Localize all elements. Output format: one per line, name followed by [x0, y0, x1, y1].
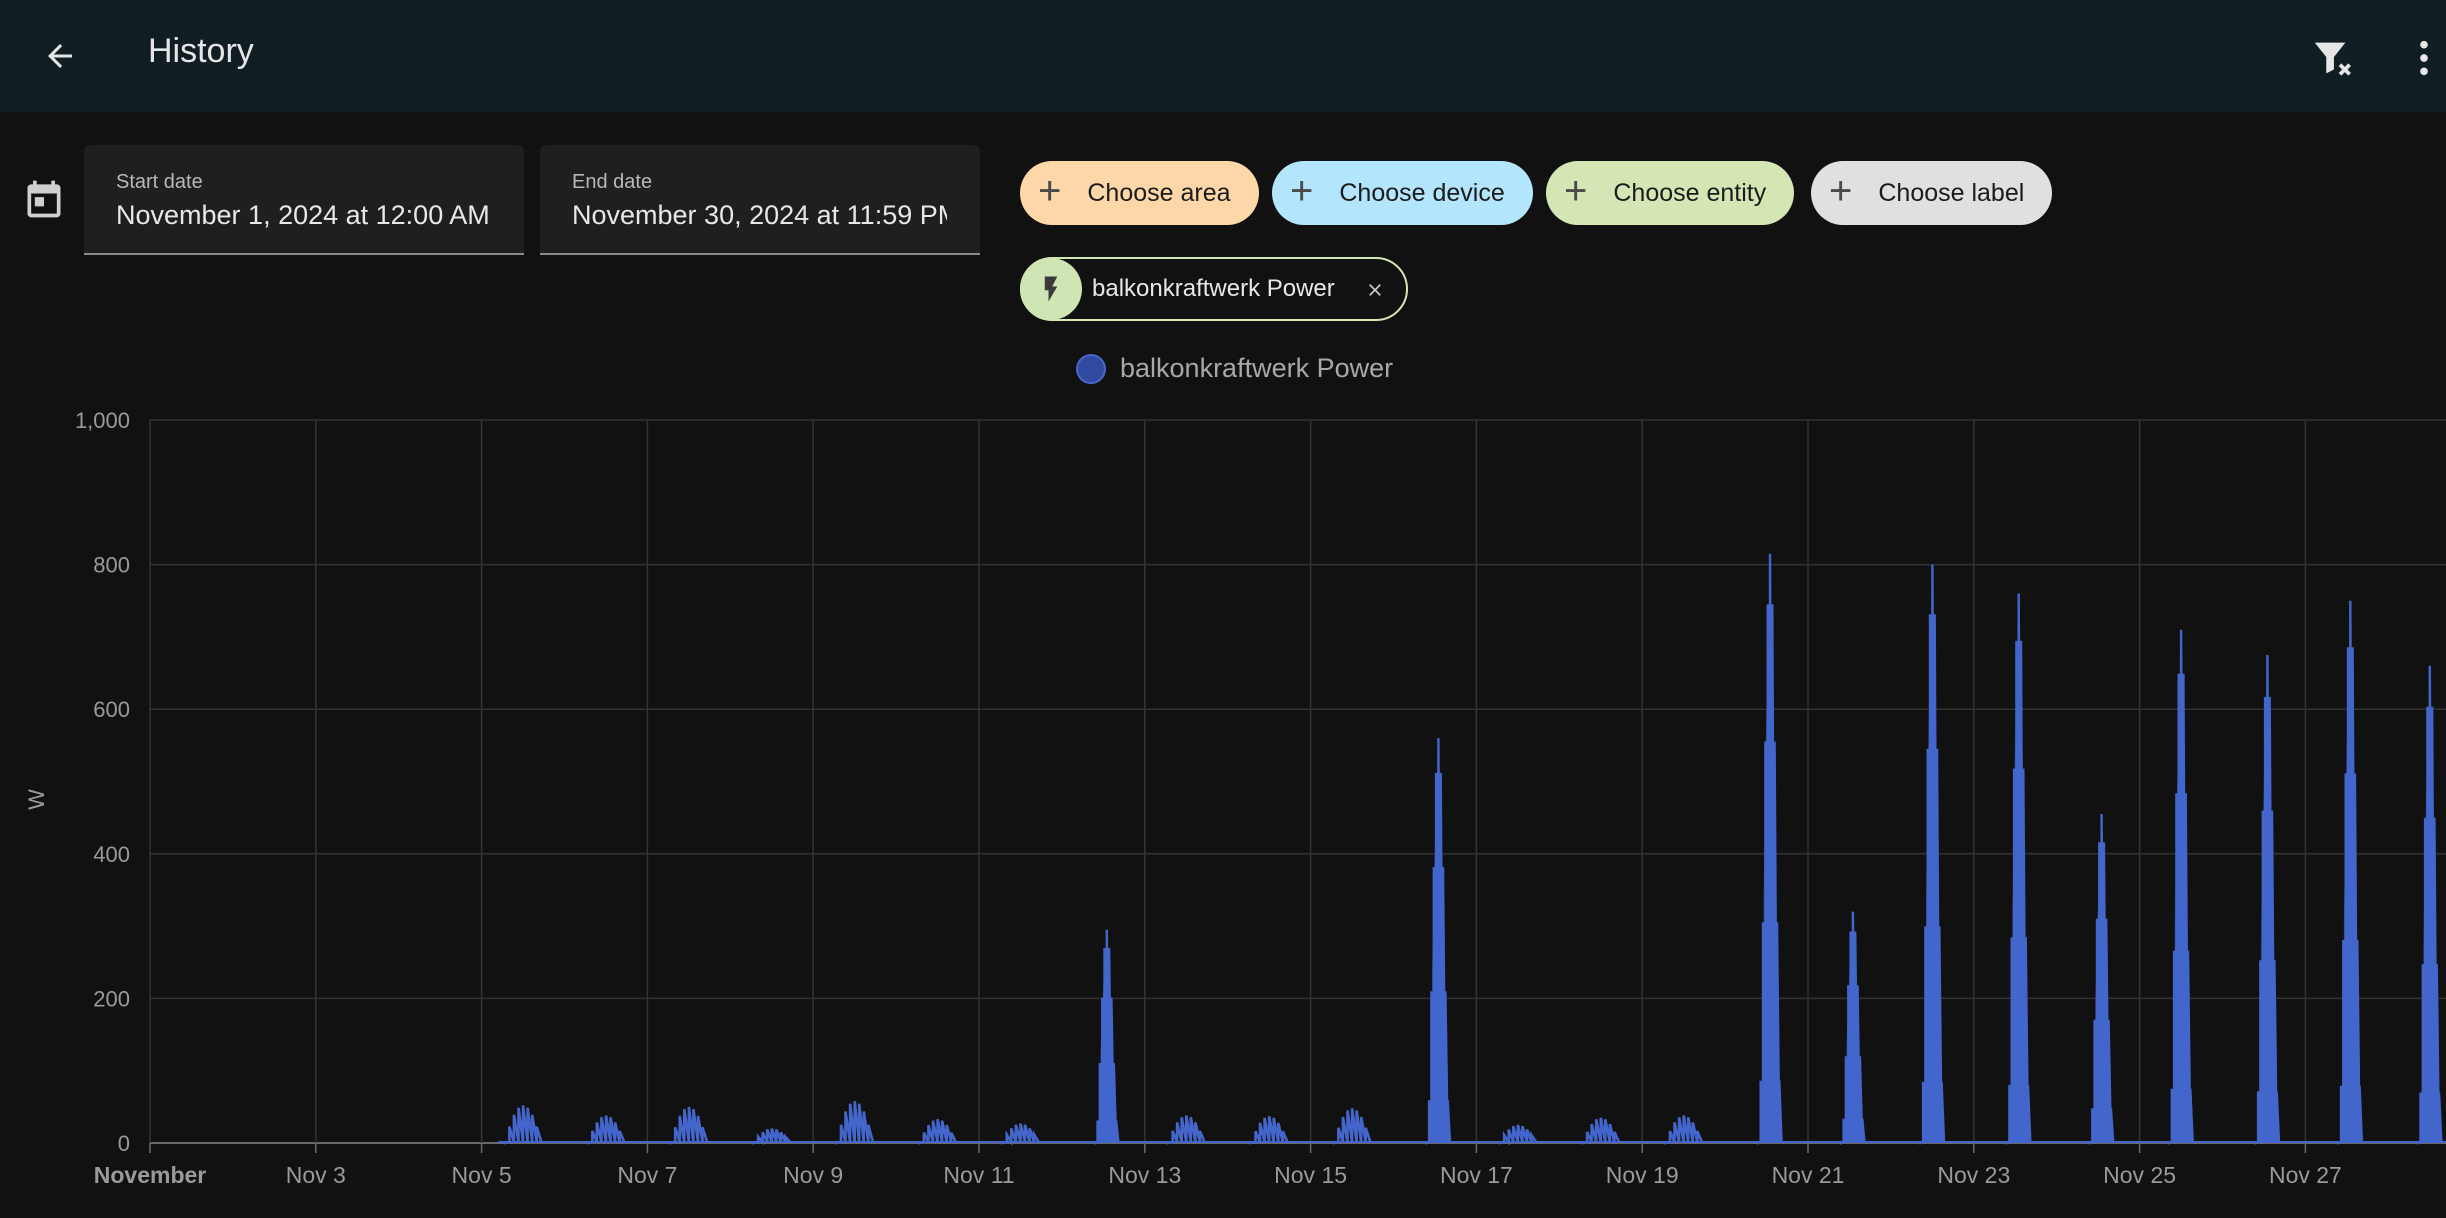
choose-entity-button[interactable]: + Choose entity	[1546, 161, 1795, 225]
x-tick-label: Nov 9	[783, 1162, 843, 1188]
x-tick-label: Nov 27	[2269, 1162, 2342, 1188]
choose-label-button[interactable]: + Choose label	[1811, 161, 2053, 225]
start-date-field[interactable]: Start date November 1, 2024 at 12:00 AM	[84, 145, 524, 255]
x-tick-label: Nov 15	[1274, 1162, 1347, 1188]
legend-marker	[1076, 353, 1106, 384]
series-peak	[503, 1105, 543, 1145]
series-peak	[1581, 1117, 1621, 1145]
entity-chip-label: balkonkraftwerk Power	[1092, 275, 1335, 302]
series-peak	[1664, 1115, 1704, 1145]
filter-clear-button[interactable]	[2302, 28, 2362, 88]
start-date-value: November 1, 2024 at 12:00 AM	[116, 200, 490, 230]
x-tick-label: Nov 3	[286, 1162, 346, 1188]
x-tick-label: Nov 5	[452, 1162, 512, 1188]
entity-avatar	[1020, 258, 1082, 320]
series-peak	[586, 1115, 626, 1145]
history-chart[interactable]: 0 200 400 600 800 1,000 November Nov 3 Nov 5 Nov …	[0, 380, 2446, 1218]
y-tick-label: 1,000	[75, 408, 130, 433]
choose-label-label: Choose label	[1878, 178, 2025, 207]
series-line	[498, 553, 2446, 1145]
close-icon	[1369, 284, 1381, 296]
dots-vertical-icon	[2420, 40, 2428, 76]
plus-icon: +	[1038, 169, 1062, 213]
series-peak	[1332, 1108, 1372, 1145]
x-tick-label: Nov 17	[1440, 1162, 1513, 1188]
y-tick-label: 0	[118, 1131, 130, 1156]
x-tick-label: Nov 13	[1108, 1162, 1181, 1188]
x-tick-label: Nov 25	[2103, 1162, 2176, 1188]
series-peak	[752, 1128, 792, 1145]
series-peak-fill	[1846, 930, 1860, 1142]
y-tick-label: 400	[93, 842, 130, 867]
y-tick-label: 600	[93, 697, 130, 722]
series-peak-fill	[2343, 644, 2357, 1142]
series-peak-fill	[2261, 694, 2274, 1142]
app-header: History	[0, 0, 2446, 112]
series-peak	[669, 1106, 709, 1145]
arrow-left-icon	[48, 44, 72, 68]
series-peak	[918, 1118, 958, 1145]
more-options-button[interactable]	[2402, 28, 2446, 88]
series-peak-fill	[1432, 770, 1445, 1142]
end-date-value: November 30, 2024 at 11:59 PM	[572, 200, 947, 230]
plus-icon: +	[1564, 169, 1588, 213]
series-peak-fill	[2012, 637, 2026, 1142]
series-peak	[1166, 1115, 1206, 1145]
x-tick-label: Nov 7	[617, 1162, 677, 1188]
series-peak-fill	[1100, 946, 1114, 1142]
y-axis-title: W	[24, 789, 49, 810]
remove-entity-button[interactable]	[1360, 275, 1390, 305]
choose-device-label: Choose device	[1339, 178, 1505, 207]
choose-area-button[interactable]: + Choose area	[1020, 161, 1259, 225]
choose-entity-label: Choose entity	[1613, 178, 1767, 207]
series-peak	[1498, 1124, 1538, 1145]
flash-icon	[1044, 276, 1058, 302]
x-tick-label: Nov 23	[1937, 1162, 2010, 1188]
selected-entity-chip[interactable]: balkonkraftwerk Power	[1020, 257, 1408, 321]
back-button[interactable]	[30, 26, 90, 86]
series-peak	[1249, 1115, 1289, 1145]
x-tick-label: Nov 11	[943, 1162, 1014, 1188]
series-peak-fill	[1763, 600, 1777, 1142]
choose-area-label: Choose area	[1087, 178, 1231, 207]
x-tick-label: Nov 19	[1606, 1162, 1679, 1188]
end-date-field[interactable]: End date November 30, 2024 at 11:59 PM	[540, 145, 980, 255]
calendar-icon[interactable]	[22, 174, 66, 224]
series-peak-fill	[2095, 840, 2108, 1142]
end-date-label: End date	[572, 171, 653, 193]
x-tick-label: Nov 21	[1772, 1162, 1845, 1188]
x-tick-label: November	[94, 1162, 207, 1188]
series-peak-fill	[2423, 704, 2437, 1142]
choose-device-button[interactable]: + Choose device	[1272, 161, 1533, 225]
y-tick-label: 200	[93, 986, 130, 1011]
page-title: History	[148, 32, 254, 70]
series-peak	[1000, 1123, 1040, 1145]
filter-remove-icon	[2314, 42, 2351, 76]
series-peak	[835, 1100, 875, 1145]
plus-icon: +	[1290, 169, 1314, 213]
series-peak-fill	[2174, 670, 2188, 1142]
series-peak-fill	[1926, 610, 1939, 1142]
plus-icon: +	[1829, 169, 1853, 213]
start-date-label: Start date	[116, 171, 203, 193]
y-tick-label: 800	[93, 553, 130, 578]
